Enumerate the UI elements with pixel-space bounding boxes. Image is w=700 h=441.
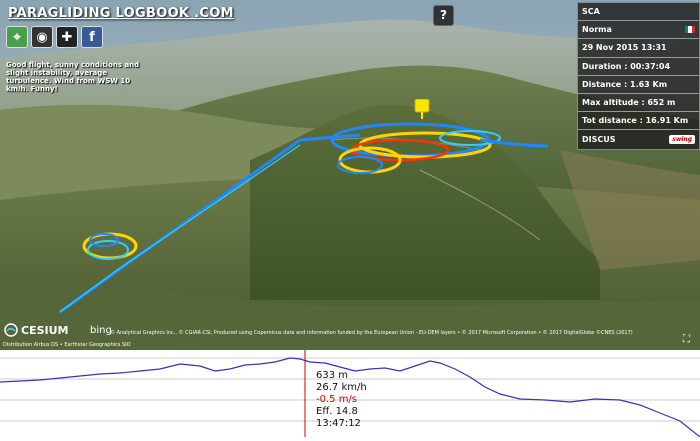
help-button[interactable]: ? (433, 5, 454, 26)
gamepad-icon[interactable]: ✚ (56, 26, 78, 48)
max-altitude: Max altitude : 652 m (578, 94, 699, 113)
maps-icon[interactable]: ⌖ (6, 26, 28, 48)
swing-logo: swing (669, 134, 695, 144)
bing-logo[interactable]: bing (90, 325, 112, 336)
readout-speed: 26.7 km/h (316, 382, 367, 393)
wing-model: DISCUS swing (578, 130, 699, 148)
flight-info-panel: SCA Norma 29 Nov 2015 13:31 Duration : 0… (577, 2, 700, 150)
site-name: Norma (578, 21, 699, 40)
cesium-icon (4, 323, 18, 337)
flight-description: Good flight, sunny conditions and slight… (6, 61, 140, 93)
readout-vario: -0.5 m/s (316, 394, 358, 405)
site-title[interactable]: PARAGLIDING LOGBOOK .COM (8, 6, 234, 21)
flight-duration: Duration : 00:37:04 (578, 58, 699, 76)
flight-datetime: 29 Nov 2015 13:31 (578, 39, 699, 58)
cesium-label: CESIUM (21, 323, 69, 337)
flight-distance: Distance : 1.63 Km (578, 76, 699, 94)
cesium-logo[interactable]: CESIUM (4, 323, 68, 337)
pilot-position-marker[interactable] (414, 99, 430, 119)
imagery-credits-2: Distribution Airbus DS • Earthstar Geogr… (3, 342, 131, 348)
cursor-readout: 633 m 26.7 km/h -0.5 m/s Eff. 14.8 13:47… (316, 370, 367, 430)
app-icons-bar: ⌖ ◉ ✚ f (6, 26, 103, 48)
readout-efficiency: Eff. 14.8 (316, 406, 358, 417)
italy-flag-icon (685, 26, 695, 34)
readout-time: 13:47:12 (316, 418, 361, 429)
total-distance: Tot distance : 16.91 Km (578, 112, 699, 131)
facebook-icon[interactable]: f (81, 26, 103, 48)
pilot-name: SCA (578, 3, 699, 22)
tracker-icon[interactable]: ◉ (31, 26, 53, 48)
readout-altitude: 633 m (316, 370, 349, 381)
altitude-profile[interactable]: 633 m 26.7 km/h -0.5 m/s Eff. 14.8 13:47… (0, 350, 700, 438)
imagery-credits: © Analytical Graphics Inc., © CGIAR-CSI,… (110, 330, 633, 336)
fullscreen-icon[interactable]: ⛶ (683, 334, 695, 346)
globe-viewer[interactable]: PARAGLIDING LOGBOOK .COM ⌖ ◉ ✚ f Good fl… (0, 0, 700, 350)
